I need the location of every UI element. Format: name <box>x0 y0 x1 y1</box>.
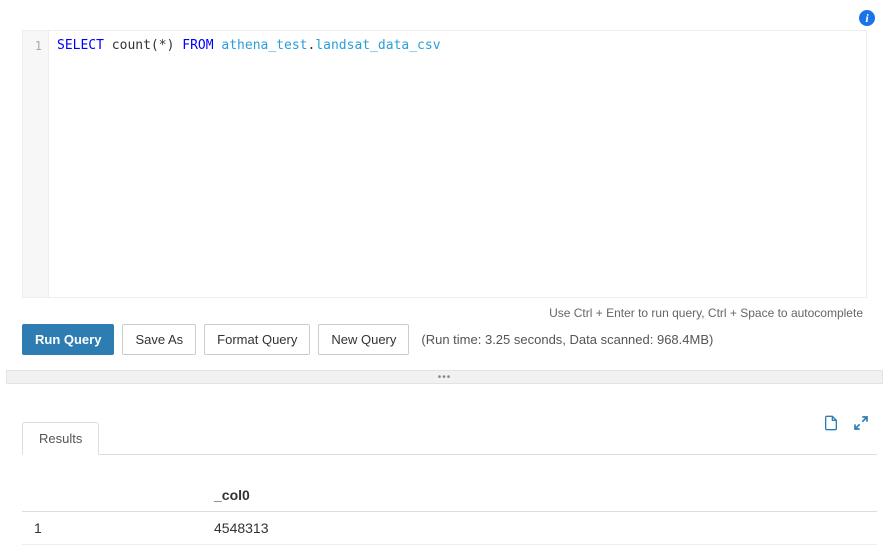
run-query-button[interactable]: Run Query <box>22 324 114 355</box>
table-header-row: _col0 <box>22 479 877 512</box>
sql-keyword-from: FROM <box>182 38 213 53</box>
sql-table: landsat_data_csv <box>315 38 440 53</box>
info-icon[interactable]: i <box>859 10 875 26</box>
line-number: 1 <box>23 37 48 55</box>
results-tabs: Results <box>22 422 877 455</box>
sql-func: count(*) <box>104 38 182 53</box>
table-row: 1 4548313 <box>22 512 877 545</box>
column-col0: _col0 <box>202 479 877 512</box>
editor-code[interactable]: SELECT count(*) FROM athena_test.landsat… <box>49 31 866 297</box>
new-query-button[interactable]: New Query <box>318 324 409 355</box>
editor-gutter: 1 <box>23 31 49 297</box>
results-area: Results _col0 1 4548313 <box>22 400 877 545</box>
query-status: (Run time: 3.25 seconds, Data scanned: 9… <box>421 332 713 347</box>
cell-col0: 4548313 <box>202 512 877 545</box>
save-as-button[interactable]: Save As <box>122 324 196 355</box>
editor-hint: Use Ctrl + Enter to run query, Ctrl + Sp… <box>549 306 863 320</box>
expand-icon[interactable] <box>853 415 869 434</box>
results-icons <box>823 414 869 435</box>
cell-rownum: 1 <box>22 512 202 545</box>
sql-schema: athena_test <box>221 38 307 53</box>
pane-divider[interactable]: ••• <box>6 370 883 384</box>
results-table: _col0 1 4548313 <box>22 479 877 545</box>
format-query-button[interactable]: Format Query <box>204 324 310 355</box>
query-editor[interactable]: 1 SELECT count(*) FROM athena_test.lands… <box>22 30 867 298</box>
download-results-icon[interactable] <box>823 414 839 435</box>
sql-keyword-select: SELECT <box>57 38 104 53</box>
toolbar: Run Query Save As Format Query New Query… <box>22 324 713 355</box>
column-rownum <box>22 479 202 512</box>
tab-results[interactable]: Results <box>22 422 99 455</box>
